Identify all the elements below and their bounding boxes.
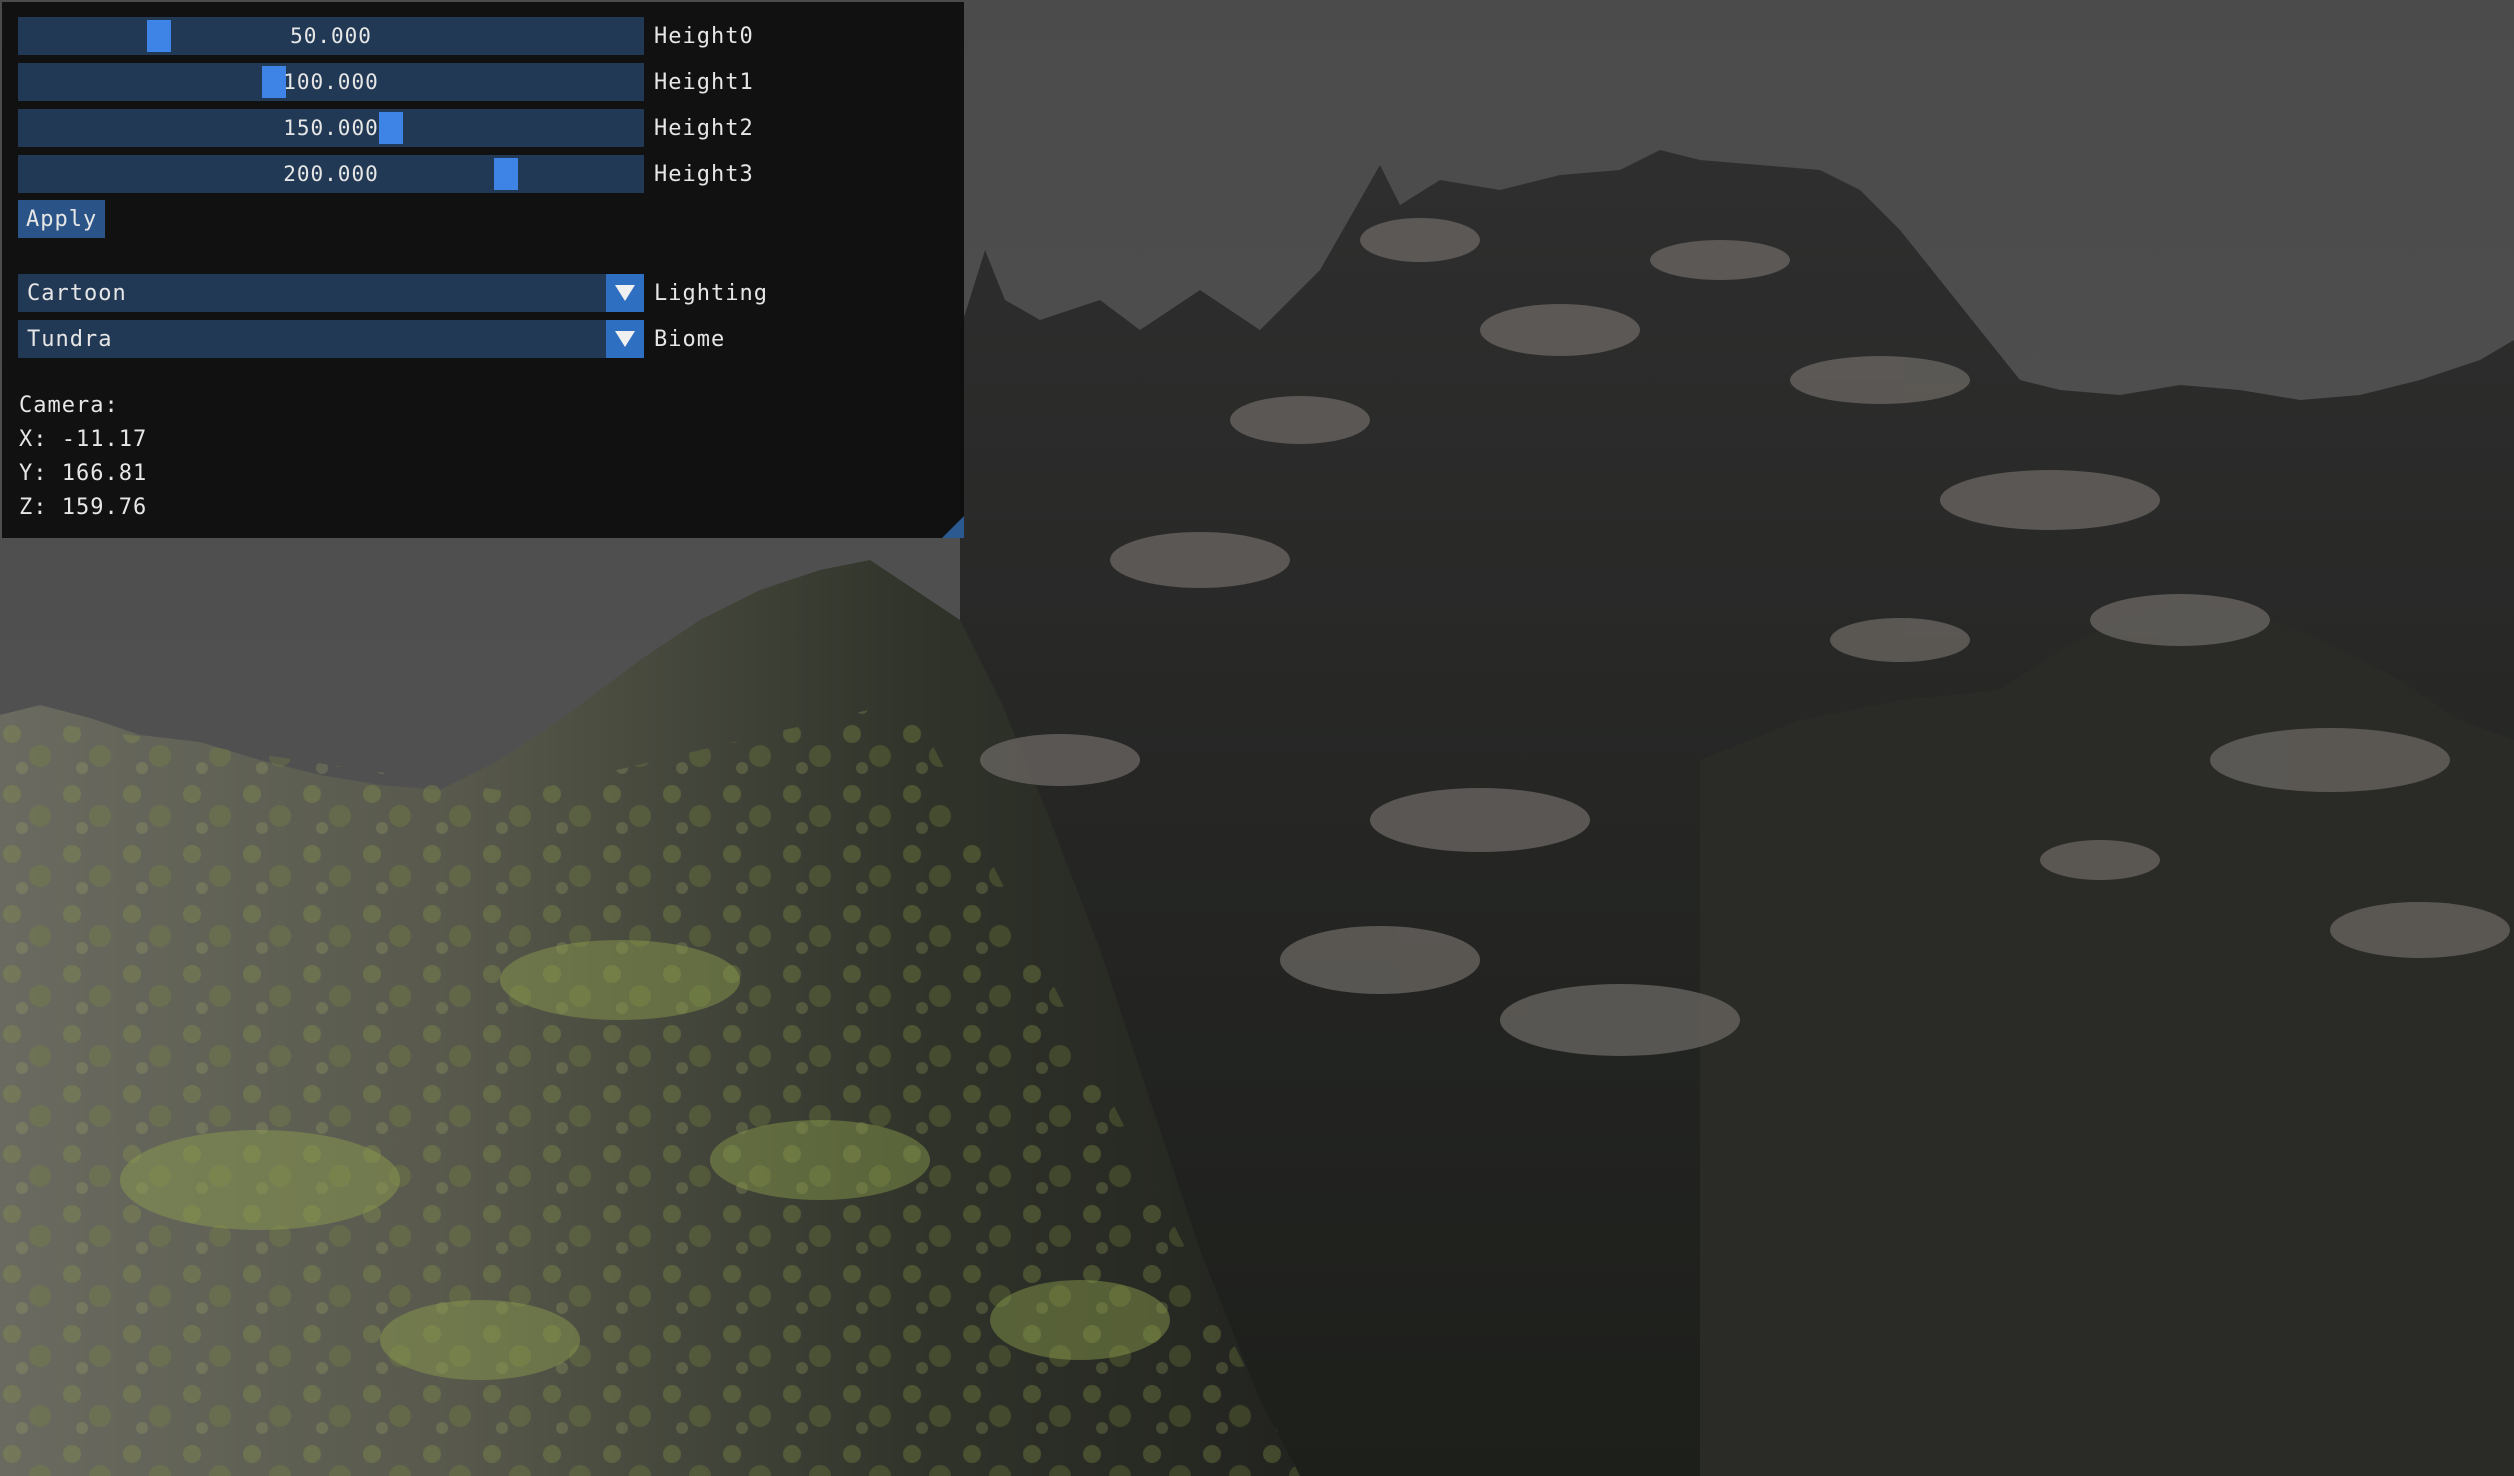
biome-value: Tundra xyxy=(27,326,113,352)
camera-y: Y: 166.81 xyxy=(19,461,148,486)
camera-x: X: -11.17 xyxy=(19,427,148,452)
lighting-combo[interactable]: Cartoon xyxy=(18,274,644,312)
slider-label: Height2 xyxy=(654,115,754,141)
height1-slider[interactable]: 100.000 xyxy=(18,63,644,101)
apply-button[interactable]: Apply xyxy=(18,200,106,238)
height3-slider[interactable]: 200.000 xyxy=(18,155,644,193)
slider-label: Height1 xyxy=(654,69,754,95)
height3-row: 200.000 Height3 xyxy=(18,155,754,193)
slider-label: Height3 xyxy=(654,161,754,187)
height0-row: 50.000 Height0 xyxy=(18,17,754,55)
slider-label: Height0 xyxy=(654,23,754,49)
height0-slider[interactable]: 50.000 xyxy=(18,17,644,55)
dropdown-arrow-icon[interactable] xyxy=(606,274,644,312)
height2-row: 150.000 Height2 xyxy=(18,109,754,147)
lighting-value: Cartoon xyxy=(27,280,127,306)
height2-slider[interactable]: 150.000 xyxy=(18,109,644,147)
camera-heading: Camera: xyxy=(19,393,119,418)
biome-row: Tundra Biome xyxy=(18,320,725,358)
dropdown-arrow-icon[interactable] xyxy=(606,320,644,358)
camera-z: Z: 159.76 xyxy=(19,495,148,520)
lighting-label: Lighting xyxy=(654,280,768,306)
slider-value: 200.000 xyxy=(283,162,379,186)
slider-value: 100.000 xyxy=(283,70,379,94)
height1-row: 100.000 Height1 xyxy=(18,63,754,101)
settings-panel: 50.000 Height0 100.000 Height1 150.000 H… xyxy=(2,2,964,538)
slider-value: 50.000 xyxy=(290,24,372,48)
biome-combo[interactable]: Tundra xyxy=(18,320,644,358)
slider-value: 150.000 xyxy=(283,116,379,140)
biome-label: Biome xyxy=(654,326,726,352)
lighting-row: Cartoon Lighting xyxy=(18,274,768,312)
